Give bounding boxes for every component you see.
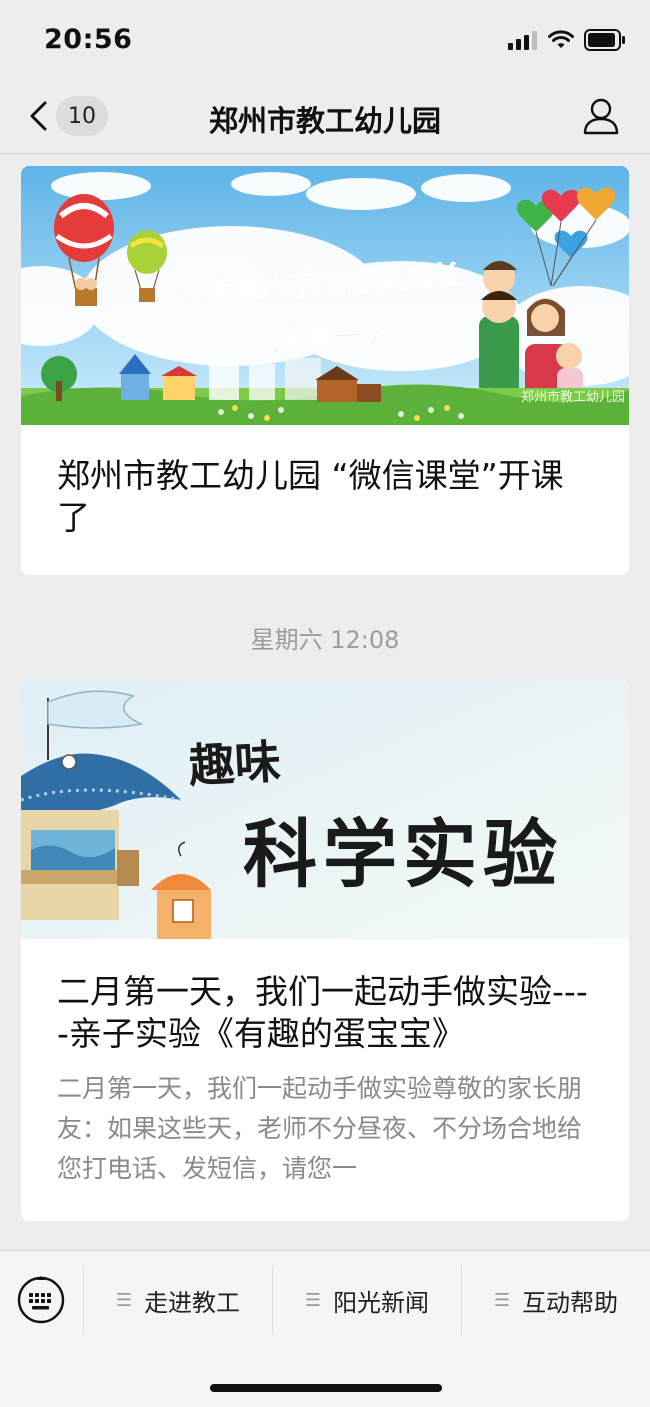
menu-item-news[interactable]: ☰ 阳光新闻 bbox=[273, 1265, 461, 1335]
signal-bars-icon bbox=[508, 31, 537, 50]
article-card[interactable]: 大手拿小手 你我共成长 快乐每一天 郑州市教工幼儿园 郑州市教工幼儿园 “微信课… bbox=[21, 166, 629, 575]
battery-icon bbox=[584, 29, 625, 51]
wifi-icon bbox=[548, 30, 574, 48]
cover-headline-small: 趣味 bbox=[187, 734, 282, 793]
status-icons bbox=[508, 28, 626, 52]
menu-item-label: 走进教工 bbox=[144, 1288, 241, 1317]
article-cover-image[interactable]: 大手拿小手 你我共成长 快乐每一天 郑州市教工幼儿园 bbox=[21, 166, 629, 425]
cover-watermark: 郑州市教工幼儿园 bbox=[521, 389, 625, 405]
message-timestamp: 星期六 12:08 bbox=[250, 626, 400, 654]
article-cover-image[interactable]: 趣味 科学实验 bbox=[21, 680, 629, 939]
article-digest: 二月第一天，我们一起动手做实验尊敬的家长朋友：如果这些天，老师不分昼夜、不分场合… bbox=[57, 1074, 583, 1183]
article-title[interactable]: 二月第一天，我们一起动手做实验----亲子实验《有趣的蛋宝宝》 bbox=[21, 939, 629, 1055]
keyboard-icon[interactable] bbox=[16, 1275, 66, 1325]
menu-lines-icon: ☰ bbox=[304, 1289, 322, 1311]
nav-bar: 10 郑州市教工幼儿园 bbox=[0, 80, 650, 154]
status-bar: 20:56 bbox=[0, 0, 650, 80]
menu-item-label: 阳光新闻 bbox=[333, 1288, 430, 1317]
status-time: 20:56 bbox=[44, 24, 133, 55]
article-title[interactable]: 郑州市教工幼儿园 “微信课堂”开课了 bbox=[21, 425, 629, 539]
menu-item-help[interactable]: ☰ 互动帮助 bbox=[462, 1265, 650, 1335]
menu-lines-icon: ☰ bbox=[493, 1289, 511, 1311]
menu-item-label: 互动帮助 bbox=[522, 1288, 619, 1317]
menu-item-zoujin[interactable]: ☰ 走进教工 bbox=[84, 1265, 272, 1335]
article-card[interactable]: 趣味 科学实验 二月第一天，我们一起动手做实验----亲子实验《有趣的蛋宝宝》 … bbox=[21, 680, 629, 1221]
menu-lines-icon: ☰ bbox=[115, 1289, 133, 1311]
unread-count-badge[interactable]: 10 bbox=[56, 96, 108, 136]
home-indicator[interactable] bbox=[210, 1384, 442, 1392]
cover-headline-large: 科学实验 bbox=[243, 812, 563, 898]
chevron-left-icon[interactable] bbox=[26, 100, 56, 132]
person-icon[interactable] bbox=[582, 96, 620, 136]
